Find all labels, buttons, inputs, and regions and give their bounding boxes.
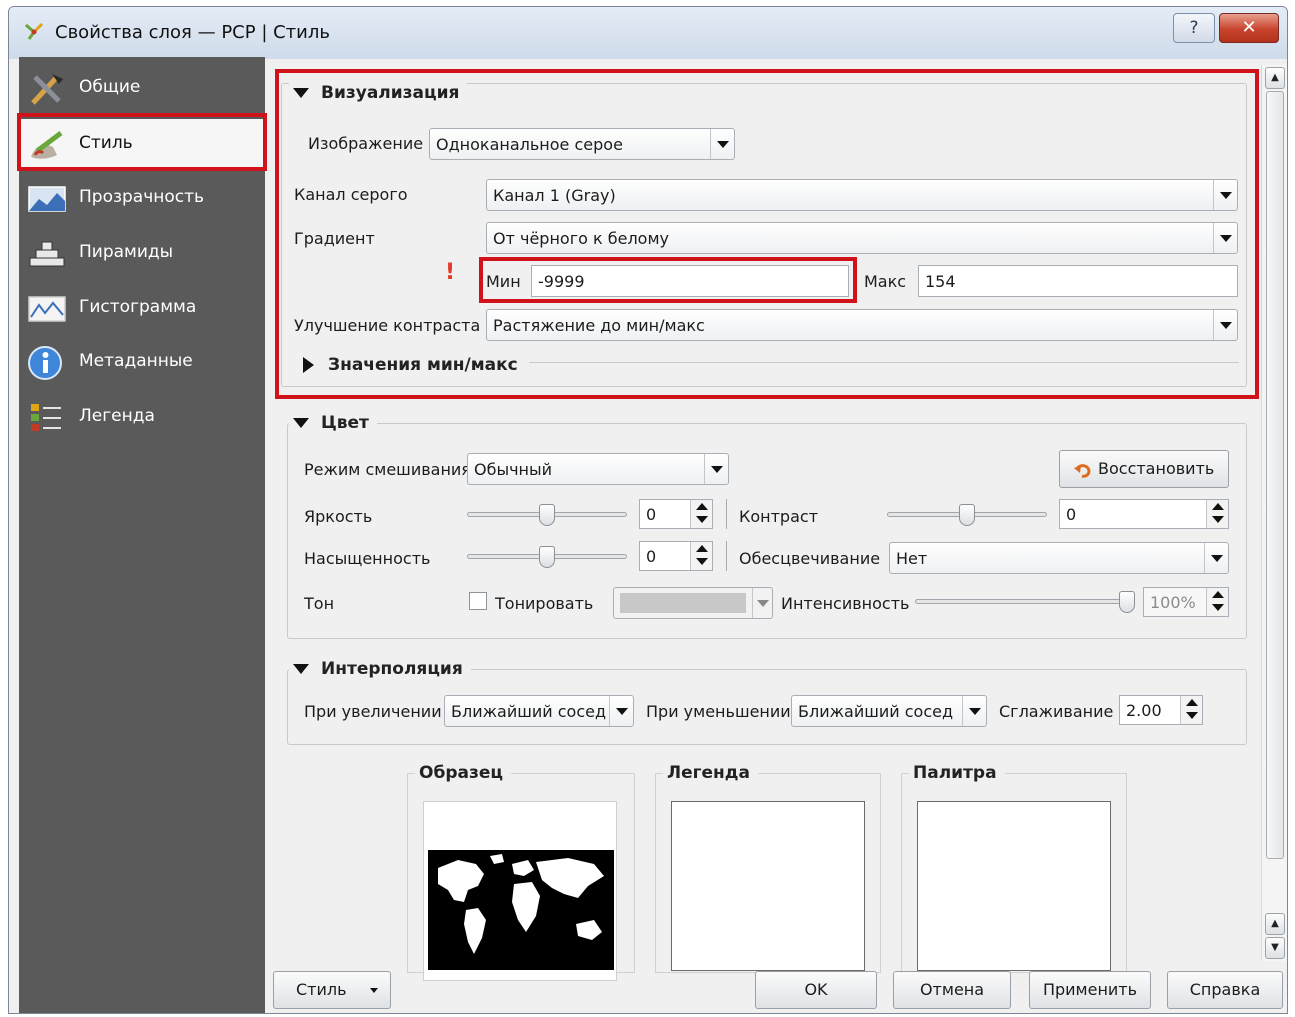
sidebar-item-label: Легенда [79, 406, 155, 426]
collapse-triangle-icon [293, 664, 309, 674]
spin-arrows-icon[interactable] [690, 500, 712, 528]
slider-handle[interactable] [539, 546, 555, 568]
reset-button[interactable]: Восстановить [1059, 450, 1229, 488]
spin-arrows-icon[interactable] [1206, 500, 1228, 528]
undo-icon [1074, 464, 1091, 478]
sidebar-item-metadata[interactable]: Метаданные [19, 337, 265, 387]
chevron-down-icon [704, 454, 728, 484]
sidebar-item-label: Прозрачность [79, 187, 205, 207]
scroll-up-icon[interactable]: ▲ [1265, 913, 1285, 935]
interpolation-group-title[interactable]: Интерполяция [289, 659, 471, 679]
palette-preview-title: Палитра [909, 763, 1005, 783]
close-window-button[interactable]: ✕ [1219, 13, 1279, 43]
info-icon [28, 346, 62, 380]
cancel-button[interactable]: Отмена [893, 971, 1011, 1009]
legend-preview-title: Легенда [663, 763, 759, 783]
zoomed-out-combo[interactable]: Ближайший сосед [791, 695, 987, 727]
contrast-slider[interactable] [887, 504, 1047, 526]
brightness-label: Яркость [304, 507, 373, 526]
hue-label: Тон [304, 594, 335, 613]
brightness-spinbox[interactable]: 0 [639, 499, 713, 529]
slider-handle[interactable] [539, 504, 555, 526]
divider [726, 541, 727, 571]
scroll-down-icon[interactable]: ▼ [1265, 937, 1285, 959]
saturation-label: Насыщенность [304, 549, 431, 568]
sidebar-item-label: Пирамиды [79, 242, 174, 262]
chevron-down-icon [370, 988, 378, 993]
blend-mode-label: Режим смешивания [304, 460, 471, 479]
colorize-checkbox[interactable] [469, 592, 487, 610]
zoomed-in-label: При увеличении [304, 702, 442, 721]
sidebar-item-label: Гистограмма [79, 297, 197, 317]
slider-handle[interactable] [1119, 591, 1135, 613]
contrast-spinbox[interactable]: 0 [1059, 499, 1229, 529]
spin-arrows-icon[interactable] [690, 542, 712, 570]
spin-arrows-icon[interactable] [1180, 696, 1202, 724]
slider-handle[interactable] [959, 504, 975, 526]
colorize-color-button[interactable] [613, 587, 773, 619]
grayscale-label: Обесцвечивание [739, 549, 881, 568]
collapse-triangle-icon [293, 418, 309, 428]
sidebar-item-general[interactable]: Общие [19, 63, 265, 113]
strength-spinbox[interactable]: 100% [1143, 587, 1229, 617]
sidebar-item-label: Метаданные [79, 351, 193, 371]
scroll-up-icon[interactable]: ▲ [1265, 67, 1285, 89]
ok-button[interactable]: OK [755, 971, 877, 1009]
transparency-icon [28, 186, 66, 212]
help-button[interactable]: Справка [1167, 971, 1283, 1009]
apply-button[interactable]: Применить [1029, 971, 1151, 1009]
chevron-down-icon [962, 696, 986, 726]
style-menu-button[interactable]: Стиль [273, 971, 391, 1009]
pyramid-icon [29, 241, 65, 267]
color-group-title[interactable]: Цвет [289, 413, 377, 433]
window-title: Свойства слоя — PCP | Стиль [55, 22, 330, 43]
sidebar: Общие Стиль Прозрачность Пирамиды Гистог… [19, 57, 265, 1013]
world-map-image [428, 850, 614, 970]
help-window-button[interactable]: ? [1173, 13, 1215, 43]
title-bar: Свойства слоя — PCP | Стиль ? ✕ [9, 7, 1287, 59]
zoomed-out-label: При уменьшении [646, 702, 791, 721]
saturation-slider[interactable] [467, 546, 627, 568]
sidebar-item-legend[interactable]: Легенда [19, 392, 265, 442]
vertical-scrollbar[interactable]: ▲ ▲ ▼ [1261, 65, 1287, 961]
blend-mode-combo[interactable]: Обычный [467, 453, 729, 485]
sidebar-item-label: Общие [79, 77, 141, 97]
colorize-label: Тонировать [495, 594, 594, 613]
sidebar-item-histogram[interactable]: Гистограмма [19, 283, 265, 333]
sample-preview-title: Образец [415, 763, 511, 783]
legend-icon [31, 404, 61, 431]
scrollbar-thumb[interactable] [1266, 91, 1284, 859]
color-swatch [620, 593, 746, 613]
contrast-label: Контраст [739, 507, 819, 526]
chevron-down-icon [752, 588, 772, 618]
grayscale-combo[interactable]: Нет [889, 542, 1229, 574]
chevron-down-icon [609, 696, 633, 726]
sample-preview [423, 801, 617, 981]
palette-preview [917, 801, 1111, 971]
oversampling-label: Сглаживание [999, 702, 1114, 721]
sidebar-item-pyramids[interactable]: Пирамиды [19, 228, 265, 278]
strength-label: Интенсивность [781, 594, 910, 613]
divider [726, 499, 727, 529]
visualization-highlight-box [275, 69, 1259, 399]
legend-preview [671, 801, 865, 971]
zoomed-in-combo[interactable]: Ближайший сосед [444, 695, 634, 727]
histogram-icon [28, 296, 66, 322]
sidebar-highlight-box [17, 113, 267, 171]
dialog-window: Свойства слоя — PCP | Стиль ? ✕ Общие Ст… [8, 6, 1288, 1014]
tools-icon [31, 74, 63, 105]
spin-arrows-icon[interactable] [1206, 588, 1228, 616]
chevron-down-icon [1204, 543, 1228, 573]
saturation-spinbox[interactable]: 0 [639, 541, 713, 571]
oversampling-spinbox[interactable]: 2.00 [1119, 695, 1203, 725]
qgis-logo-icon [25, 22, 44, 40]
brightness-slider[interactable] [467, 504, 627, 526]
sidebar-item-transparency[interactable]: Прозрачность [19, 173, 265, 223]
strength-slider[interactable] [915, 591, 1135, 613]
